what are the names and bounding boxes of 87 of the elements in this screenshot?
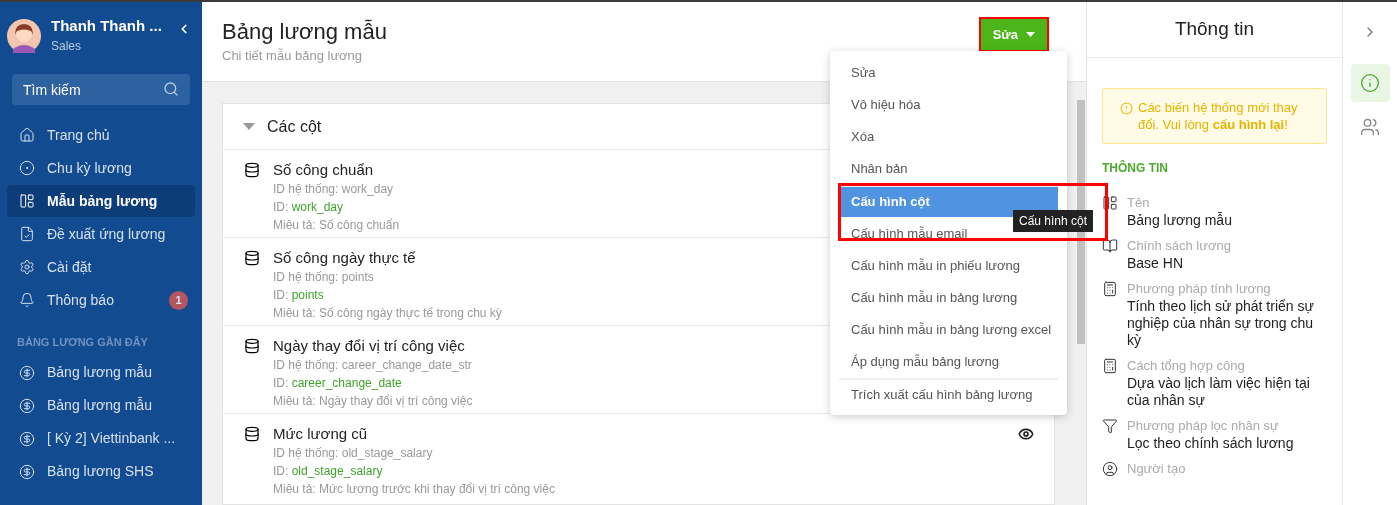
column-id: ID: career_change_date bbox=[273, 375, 402, 392]
menu-item[interactable]: Sửa bbox=[839, 56, 1058, 88]
nav-item[interactable]: Trang chủ bbox=[7, 119, 195, 151]
dollar-icon bbox=[19, 364, 35, 381]
info-heading: THÔNG TIN bbox=[1102, 159, 1169, 177]
system-id: ID hệ thống: career_change_date_str bbox=[273, 357, 472, 374]
menu-item[interactable]: Cấu hình mẫu in bảng lương bbox=[839, 281, 1058, 313]
field-label: Tên bbox=[1127, 194, 1151, 212]
warning-text: Các biến hệ thống mới thay đổi. Vui lòng cấu hình lại! bbox=[1138, 99, 1299, 133]
column-name: Mức lương cũ bbox=[273, 424, 368, 444]
search-icon bbox=[163, 81, 179, 97]
section-heading: BẢNG LƯƠNG GẦN ĐÂY bbox=[17, 335, 149, 350]
field-value: Base HN bbox=[1127, 255, 1185, 272]
field-label: Chính sách lương bbox=[1127, 237, 1231, 255]
recent-item[interactable]: [ Kỳ 2] Viettinbank ... bbox=[7, 422, 195, 455]
column-id: ID: points bbox=[273, 287, 324, 304]
layout-icon bbox=[19, 193, 35, 209]
field-value: Tính theo lịch sử phát triển sự nghiệp của nhân sự trong chu kỳ bbox=[1127, 298, 1315, 349]
recent-item[interactable]: Bảng lương mẫu bbox=[7, 389, 195, 422]
nav-item[interactable]: Mẫu bảng lương bbox=[7, 185, 195, 217]
nav-item[interactable]: Đề xuất ứng lương bbox=[7, 218, 195, 250]
eye-icon[interactable] bbox=[1018, 426, 1034, 442]
system-id: ID hệ thống: old_stage_salary bbox=[273, 445, 433, 462]
nav-item[interactable]: Thông báo 1 bbox=[7, 284, 195, 316]
caret-icon bbox=[1026, 32, 1035, 37]
document-icon bbox=[19, 226, 35, 242]
field-value: Dựa vào lịch làm việc hiện tại của nhân sự bbox=[1127, 375, 1311, 409]
section-title: Các cột bbox=[267, 116, 322, 137]
database-icon bbox=[244, 426, 260, 442]
book-icon bbox=[1102, 238, 1118, 254]
dollar-icon bbox=[19, 430, 35, 447]
circle-icon bbox=[19, 160, 35, 176]
page-title: Bảng lương mẫu bbox=[222, 19, 388, 45]
system-id: ID hệ thống: work_day bbox=[273, 181, 394, 198]
menu-item[interactable]: Xóa bbox=[839, 120, 1058, 152]
field-label: Phương pháp tính lương bbox=[1127, 280, 1272, 298]
panel-title: Thông tin bbox=[1174, 17, 1255, 42]
column-name: Số công chuẩn bbox=[273, 160, 374, 180]
warning-icon bbox=[1120, 102, 1133, 115]
database-icon bbox=[244, 162, 260, 178]
field-label: Người tạo bbox=[1127, 460, 1186, 478]
notification-badge: 1 bbox=[169, 290, 188, 310]
search-field[interactable]: Tìm kiếm bbox=[12, 74, 190, 105]
field-value: Bảng lương mẫu bbox=[1127, 212, 1232, 229]
database-icon bbox=[244, 250, 260, 266]
avatar bbox=[7, 19, 41, 53]
menu-item[interactable]: Áp dụng mẫu bảng lương bbox=[839, 345, 1058, 377]
users-icon bbox=[1360, 117, 1380, 137]
recent-item[interactable]: Bảng lương SHS bbox=[7, 455, 195, 488]
field-label: Phương pháp lọc nhân sự bbox=[1127, 417, 1280, 435]
page-subtitle: Chi tiết mẫu bảng lương bbox=[222, 47, 364, 65]
calculator-icon bbox=[1102, 358, 1118, 374]
calculator-icon bbox=[1102, 281, 1118, 297]
nav-item[interactable]: Cài đặt bbox=[7, 251, 195, 283]
user-role: Sales bbox=[51, 38, 83, 55]
recent-item[interactable]: Bảng lương mẫu bbox=[7, 356, 195, 389]
system-id: ID hệ thống: points bbox=[273, 269, 374, 286]
column-name: Ngày thay đổi vị trí công việc bbox=[273, 336, 465, 356]
menu-item[interactable]: Cấu hình mẫu in phiếu lương bbox=[839, 249, 1058, 281]
settings-icon bbox=[19, 259, 35, 275]
dollar-icon bbox=[19, 463, 35, 480]
database-icon bbox=[244, 338, 260, 354]
column-description: Miêu tả: Số công chuẩn bbox=[273, 217, 400, 234]
layout-icon bbox=[1102, 195, 1118, 211]
menu-item[interactable]: Cấu hình mẫu in bảng lương excel bbox=[839, 313, 1058, 345]
column-id: ID: work_day bbox=[273, 199, 344, 216]
user-icon bbox=[1102, 461, 1118, 477]
nav-item[interactable]: Chu kỳ lương bbox=[7, 152, 195, 184]
column-description: Miêu tả: Số công ngày thực tế trong chu kỳ bbox=[273, 305, 502, 322]
tooltip: Cấu hình cột bbox=[1013, 210, 1094, 232]
dollar-icon bbox=[19, 397, 35, 414]
home-icon bbox=[19, 127, 35, 143]
menu-item[interactable]: Trích xuất cấu hình bảng lương bbox=[839, 378, 1058, 410]
menu-item[interactable]: Nhân bản bbox=[839, 152, 1058, 184]
column-name: Số công ngày thực tế bbox=[273, 248, 416, 268]
column-description: Miêu tả: Mức lương trước khi thay đổi vị trí công việc bbox=[273, 481, 555, 498]
field-label: Cách tổng hợp công bbox=[1127, 357, 1246, 375]
collapse-caret-icon[interactable] bbox=[243, 123, 255, 130]
column-description: Miêu tả: Ngày thay đổi vị trí công việc bbox=[273, 393, 473, 410]
bell-icon bbox=[19, 292, 35, 308]
filter-icon bbox=[1102, 418, 1118, 434]
user-name: Thanh Thanh ... bbox=[51, 16, 163, 36]
rail-tab[interactable] bbox=[1350, 64, 1390, 102]
info-icon bbox=[1360, 73, 1380, 93]
field-value: Lọc theo chính sách lương bbox=[1127, 435, 1294, 452]
column-id: ID: old_stage_salary bbox=[273, 463, 383, 480]
menu-item[interactable]: Vô hiệu hóa bbox=[839, 88, 1058, 120]
